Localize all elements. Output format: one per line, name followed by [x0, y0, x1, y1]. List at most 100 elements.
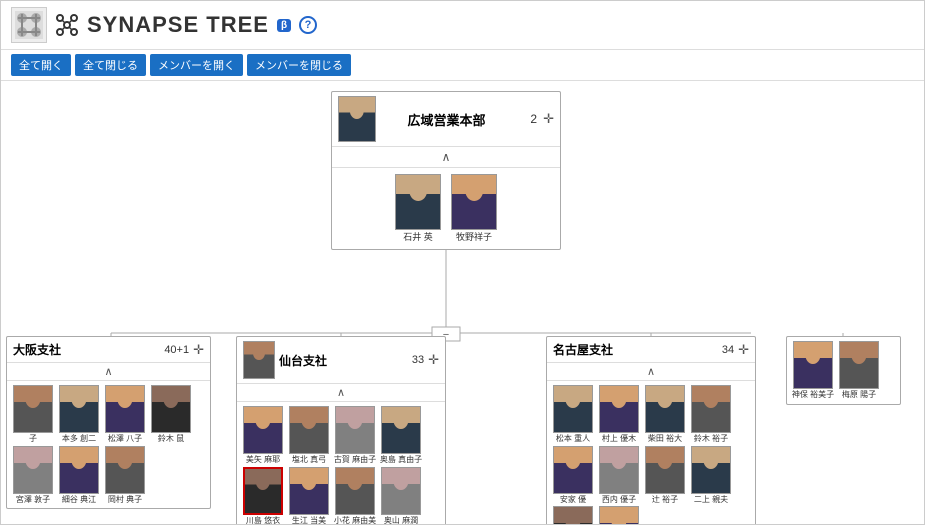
list-item: 奥島 真由子 — [379, 406, 423, 465]
nagoya-title: 名古屋支社 — [553, 341, 718, 358]
member-photo — [13, 446, 53, 494]
beta-badge: β — [277, 19, 291, 32]
member-name: 生江 当美 — [292, 516, 326, 524]
member-name: 安家 優 — [560, 495, 586, 505]
root-collapse-btn[interactable]: ∧ — [332, 146, 560, 167]
sendai-count: 33 — [412, 354, 424, 366]
list-item: 小花 麻由美 — [333, 467, 377, 524]
list-item: 柴田 裕大 — [643, 385, 687, 444]
nagoya-members: 松本 重人 村上 優木 柴田 裕大 鈴木 裕子 — [547, 380, 755, 524]
sendai-photo — [243, 341, 275, 379]
list-item: 村上 優木 — [597, 385, 641, 444]
member-name: 石井 英 — [403, 232, 433, 243]
member-photo — [839, 341, 879, 389]
member-photo — [553, 385, 593, 433]
member-photo — [645, 385, 685, 433]
sendai-title: 仙台支社 — [279, 352, 408, 369]
member-photo — [243, 467, 283, 515]
member-name: 美矢 麻耶 — [246, 455, 280, 465]
synapse-icon — [55, 13, 79, 37]
member-name: 牧野祥子 — [456, 232, 492, 243]
member-photo — [105, 385, 145, 433]
list-item: 辻 裕子 — [643, 446, 687, 505]
close-members-button[interactable]: メンバーを閉じる — [247, 54, 351, 76]
osaka-header: 大阪支社 40+1 ✛ — [7, 337, 210, 362]
osaka-branch-node: 大阪支社 40+1 ✛ ∧ 子 本多 創二 松澤 — [6, 336, 211, 509]
osaka-collapse-btn[interactable]: ∧ — [7, 362, 210, 380]
list-item: 川島 悠衣 — [241, 467, 285, 524]
root-plus-icon[interactable]: ✛ — [543, 111, 554, 127]
list-item: 中山 友佳 — [597, 506, 641, 524]
member-photo — [599, 446, 639, 494]
list-item: 奥山 麻潤 — [379, 467, 423, 524]
member-photo — [59, 385, 99, 433]
member-photo — [381, 467, 421, 515]
list-item: 神保 裕美子 — [791, 341, 835, 400]
list-item: 鈴木 裕子 — [689, 385, 733, 444]
sendai-collapse-btn[interactable]: ∧ — [237, 383, 445, 401]
list-item: 二上 親夫 — [689, 446, 733, 505]
member-photo — [335, 406, 375, 454]
list-item: 子 — [11, 385, 55, 444]
member-item: 石井 英 — [392, 174, 444, 243]
member-photo — [645, 446, 685, 494]
member-photo — [59, 446, 99, 494]
right-members: 神保 裕美子 梅原 陽子 — [787, 337, 900, 404]
member-photo — [381, 406, 421, 454]
tree-container: − 広域営業本部 2 ✛ ∧ — [1, 81, 901, 524]
osaka-plus-icon[interactable]: ✛ — [193, 342, 204, 358]
member-photo — [289, 406, 329, 454]
root-title: 広域営業本部 — [382, 110, 511, 129]
member-name: 古賀 麻由子 — [334, 455, 376, 465]
app-title: SYNAPSE TREE — [87, 12, 269, 38]
expand-all-button[interactable]: 全て開く — [11, 54, 71, 76]
member-photo — [553, 446, 593, 494]
list-item: 野口 英夫 — [551, 506, 595, 524]
root-node: 広域営業本部 2 ✛ ∧ 石井 英 — [331, 91, 561, 250]
member-photo — [553, 506, 593, 524]
app-window: SYNAPSE TREE β ? 全て開く 全て閉じる メンバーを開く メンバー… — [0, 0, 925, 525]
osaka-title: 大阪支社 — [13, 341, 160, 358]
collapse-all-button[interactable]: 全て閉じる — [75, 54, 146, 76]
right-branch-node: 神保 裕美子 梅原 陽子 — [786, 336, 901, 405]
member-photo — [793, 341, 833, 389]
root-members: 石井 英 牧野祥子 — [332, 167, 560, 249]
member-item: 牧野祥子 — [448, 174, 500, 243]
sendai-branch-node: 仙台支社 33 ✛ ∧ 美矢 麻耶 塩北 真弓 — [236, 336, 446, 524]
nagoya-branch-node: 名古屋支社 34 ✛ ∧ 松本 重人 村上 優木 — [546, 336, 756, 524]
sendai-members: 美矢 麻耶 塩北 真弓 古賀 麻由子 奥島 真由子 — [237, 401, 445, 524]
sendai-header: 仙台支社 33 ✛ — [237, 337, 445, 383]
nagoya-count: 34 — [722, 344, 734, 356]
member-name: 二上 親夫 — [694, 495, 728, 505]
member-photo — [105, 446, 145, 494]
member-name: 川島 悠衣 — [246, 516, 280, 524]
header: SYNAPSE TREE β ? — [1, 1, 924, 50]
member-photo — [243, 406, 283, 454]
toolbar: 全て開く 全て閉じる メンバーを開く メンバーを閉じる — [1, 50, 924, 81]
list-item: 本多 創二 — [57, 385, 101, 444]
nagoya-collapse-btn[interactable]: ∧ — [547, 362, 755, 380]
open-members-button[interactable]: メンバーを開く — [150, 54, 243, 76]
list-item: 古賀 麻由子 — [333, 406, 377, 465]
sendai-plus-icon[interactable]: ✛ — [428, 352, 439, 368]
nagoya-plus-icon[interactable]: ✛ — [738, 342, 749, 358]
member-name: 子 — [29, 434, 37, 444]
member-photo — [335, 467, 375, 515]
list-item: 塩北 真弓 — [287, 406, 331, 465]
list-item: 生江 当美 — [287, 467, 331, 524]
list-item: 西内 優子 — [597, 446, 641, 505]
member-photo — [151, 385, 191, 433]
list-item: 美矢 麻耶 — [241, 406, 285, 465]
member-photo — [691, 446, 731, 494]
help-icon[interactable]: ? — [299, 16, 317, 34]
list-item: 松本 重人 — [551, 385, 595, 444]
list-item: 鈴木 鼠 — [149, 385, 193, 444]
member-name: 奥島 真由子 — [380, 455, 422, 465]
member-photo — [599, 385, 639, 433]
member-name: 柴田 裕大 — [648, 434, 682, 444]
member-name: 小花 麻由美 — [334, 516, 376, 524]
list-item: 梅原 陽子 — [837, 341, 881, 400]
member-name: 梅原 陽子 — [842, 390, 876, 400]
member-name: 西内 優子 — [602, 495, 636, 505]
member-name: 村上 優木 — [602, 434, 636, 444]
